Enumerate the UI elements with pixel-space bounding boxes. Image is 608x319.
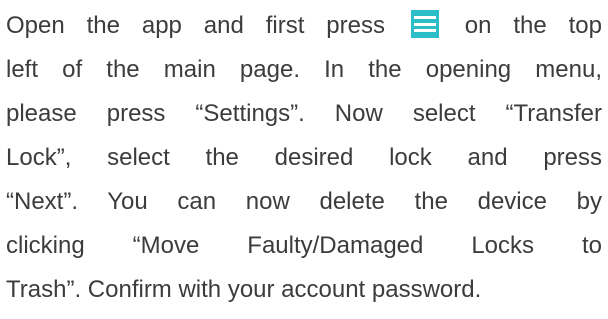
instruction-line-1: Open the app and first press on the top — [6, 4, 602, 48]
instruction-paragraph: Open the app and first press on the top … — [6, 4, 602, 312]
instruction-line-7: Trash”. Confirm with your account passwo… — [6, 276, 482, 303]
instruction-text-before-icon: Open the app and first press — [6, 12, 385, 39]
instruction-line-4: Lock”, select the desired lock and press — [6, 144, 602, 171]
instruction-line-3: please press “Settings”. Now select “Tra… — [6, 100, 602, 127]
instruction-line-6: clicking “Move Faulty/Damaged Locks to — [6, 232, 602, 259]
instruction-text-after-icon: on the top — [464, 12, 603, 39]
hamburger-menu-icon — [410, 10, 439, 38]
instruction-line-5: “Next”. You can now delete the device by — [6, 188, 602, 215]
instruction-line-2: left of the main page. In the opening me… — [6, 56, 602, 83]
